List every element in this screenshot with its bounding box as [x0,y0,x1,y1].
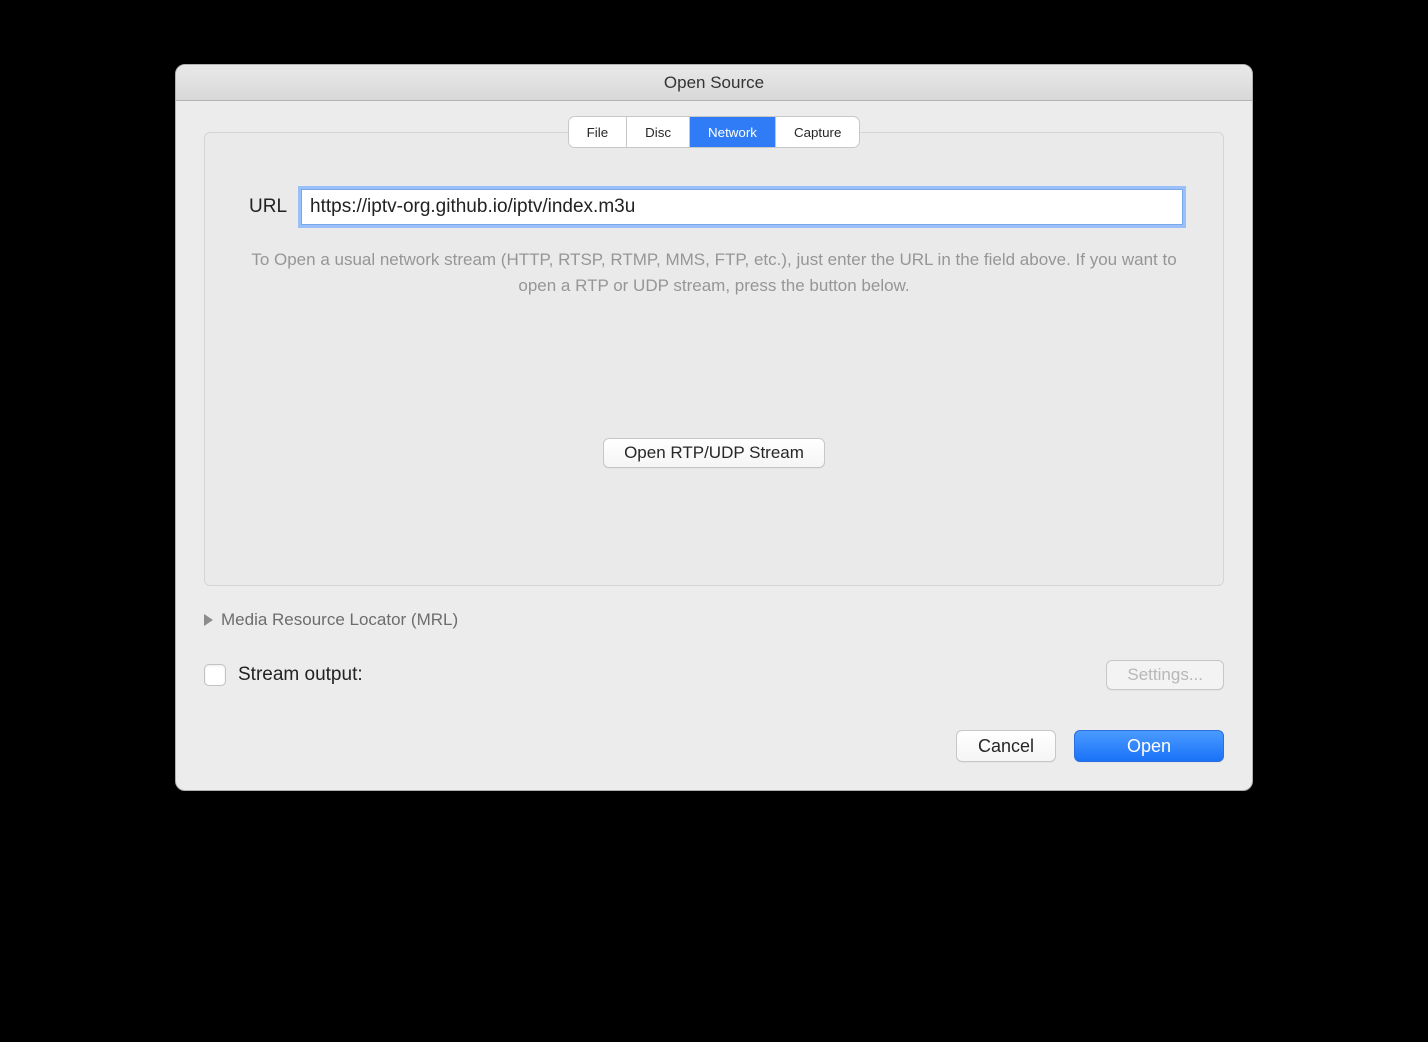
tab-capture[interactable]: Capture [776,117,859,147]
cancel-button[interactable]: Cancel [956,730,1056,762]
window-title: Open Source [176,65,1252,101]
dialog-content: File Disc Network Capture URL To Open a … [176,117,1252,790]
stream-settings-button[interactable]: Settings... [1106,660,1224,690]
network-panel: URL To Open a usual network stream (HTTP… [204,132,1224,586]
url-field-wrap [301,189,1183,225]
mrl-disclosure[interactable]: Media Resource Locator (MRL) [204,610,1224,630]
source-tabs: File Disc Network Capture [569,117,860,147]
url-row: URL [245,189,1183,225]
tab-file[interactable]: File [569,117,627,147]
chevron-right-icon [204,614,213,626]
network-hint: To Open a usual network stream (HTTP, RT… [245,247,1183,298]
open-source-dialog: Open Source File Disc Network Capture UR… [175,64,1253,791]
dialog-footer: Cancel Open [204,730,1224,762]
tab-bar: File Disc Network Capture [204,117,1224,147]
tab-network[interactable]: Network [690,117,776,147]
mrl-label: Media Resource Locator (MRL) [221,610,458,630]
stream-output-label: Stream output: [238,664,1106,686]
url-label: URL [245,196,287,218]
rtp-row: Open RTP/UDP Stream [245,438,1183,468]
open-rtp-udp-button[interactable]: Open RTP/UDP Stream [603,438,825,468]
tab-disc[interactable]: Disc [627,117,690,147]
stream-output-row: Stream output: Settings... [204,660,1224,690]
url-input[interactable] [301,189,1183,225]
stream-output-checkbox[interactable] [204,664,226,686]
open-button[interactable]: Open [1074,730,1224,762]
